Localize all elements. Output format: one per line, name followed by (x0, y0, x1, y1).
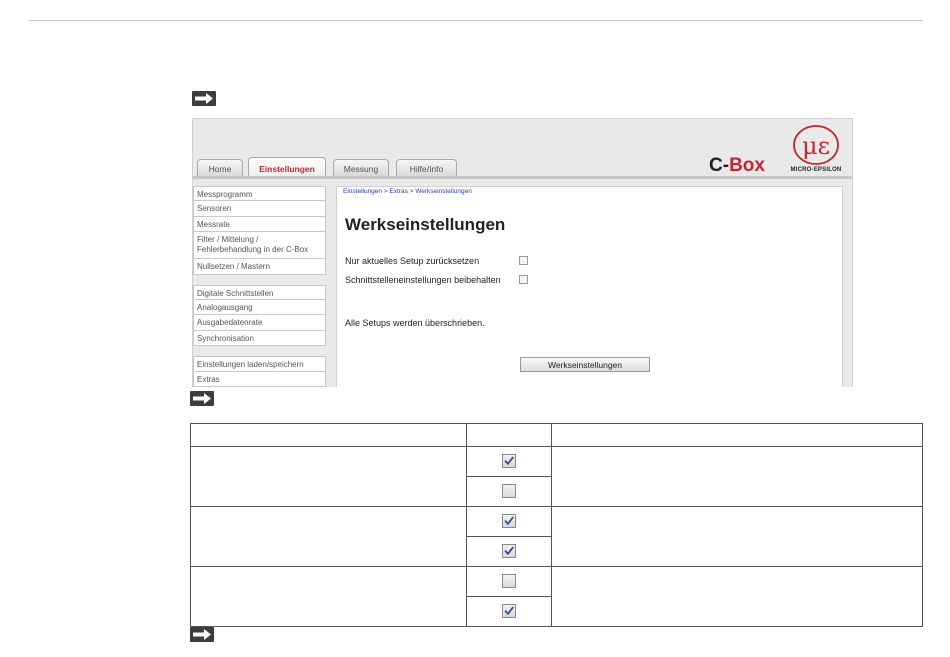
settings-table (190, 423, 923, 627)
table-cell (551, 566, 923, 627)
page-title: Werkseinstellungen (345, 215, 506, 234)
checkbox-icon[interactable] (502, 544, 516, 559)
content-panel: Einstellungen > Extras > Werkseinstellun… (336, 186, 843, 387)
option-keep-interface-checkbox[interactable] (519, 275, 528, 284)
svg-text:με: με (802, 132, 830, 160)
checkbox-icon[interactable] (502, 574, 516, 589)
table-checkbox-cell (466, 596, 552, 627)
breadcrumb[interactable]: Einstellungen > Extras > Werkseinstellun… (343, 188, 472, 195)
sidebar-item-sensoren[interactable]: Sensoren (193, 201, 326, 217)
sidebar-item-messrate[interactable]: Messrate (193, 216, 326, 233)
arrow-icon (190, 627, 214, 642)
table-row (190, 446, 923, 507)
table-checkbox-cell (466, 476, 552, 507)
table-row (190, 506, 923, 567)
checkbox-icon[interactable] (502, 514, 516, 529)
option-reset-setup-label: Nur aktuelles Setup zurücksetzen (345, 256, 480, 266)
table-checkbox-cell (466, 506, 552, 537)
tab-hilfe-info[interactable]: Hilfe/Info (396, 159, 457, 177)
table-checkbox-cell (466, 566, 552, 597)
table-checkbox-cell (466, 446, 552, 477)
tab-einstellungen[interactable]: Einstellungen (248, 157, 326, 178)
webinterface-screenshot: Home Einstellungen Messung Hilfe/Info C-… (192, 118, 853, 387)
sidebar-item-messprogramm[interactable]: Messprogramm (193, 186, 326, 202)
arrow-icon (192, 91, 216, 106)
top-rule (28, 20, 923, 21)
option-reset-setup-checkbox[interactable] (519, 256, 528, 265)
table-cell (551, 446, 923, 507)
table-header-row (190, 423, 923, 447)
sidebar-item-digitale-schnittstellen[interactable]: Digitale Schnittstellen (193, 284, 326, 300)
tab-home[interactable]: Home (197, 159, 243, 177)
table-header-cell (190, 423, 467, 447)
checkbox-icon[interactable] (502, 454, 516, 469)
checkbox-icon[interactable] (502, 604, 516, 619)
logo-text: MICRO-EPSILON (790, 167, 842, 173)
factory-reset-button[interactable]: Werkseinstellungen (520, 357, 650, 372)
sidebar: Messprogramm Sensoren Messrate Filter / … (193, 186, 326, 387)
option-keep-interface-label: Schnittstelleneinstellungen beibehalten (345, 275, 501, 285)
sidebar-item-einstellungen-laden[interactable]: Einstellungen laden/speichern (193, 356, 326, 372)
table-cell (190, 566, 467, 627)
table-header-cell (466, 423, 552, 447)
brand-title: C-Box (709, 155, 765, 176)
sidebar-item-nullsetzen[interactable]: Nullsetzen / Mastern (193, 259, 326, 275)
tab-messung[interactable]: Messung (333, 159, 389, 177)
table-cell (551, 506, 923, 567)
overwrite-note: Alle Setups werden überschrieben. (345, 318, 485, 328)
sidebar-item-synchronisation[interactable]: Synchronisation (193, 330, 326, 347)
sidebar-item-extras[interactable]: Extras (193, 371, 326, 387)
arrow-icon (190, 391, 214, 406)
table-cell (190, 506, 467, 567)
table-checkbox-cell (466, 536, 552, 567)
table-row (190, 566, 923, 627)
sidebar-item-ausgabedatenrate[interactable]: Ausgabedatenrate (193, 315, 326, 331)
table-header-cell (551, 423, 923, 447)
sidebar-item-filter[interactable]: Filter / Mittelung / Fehlerbehandlung in… (193, 232, 326, 260)
sidebar-item-analogausgang[interactable]: Analogausgang (193, 299, 326, 316)
table-cell (190, 446, 467, 507)
checkbox-icon[interactable] (502, 484, 516, 499)
